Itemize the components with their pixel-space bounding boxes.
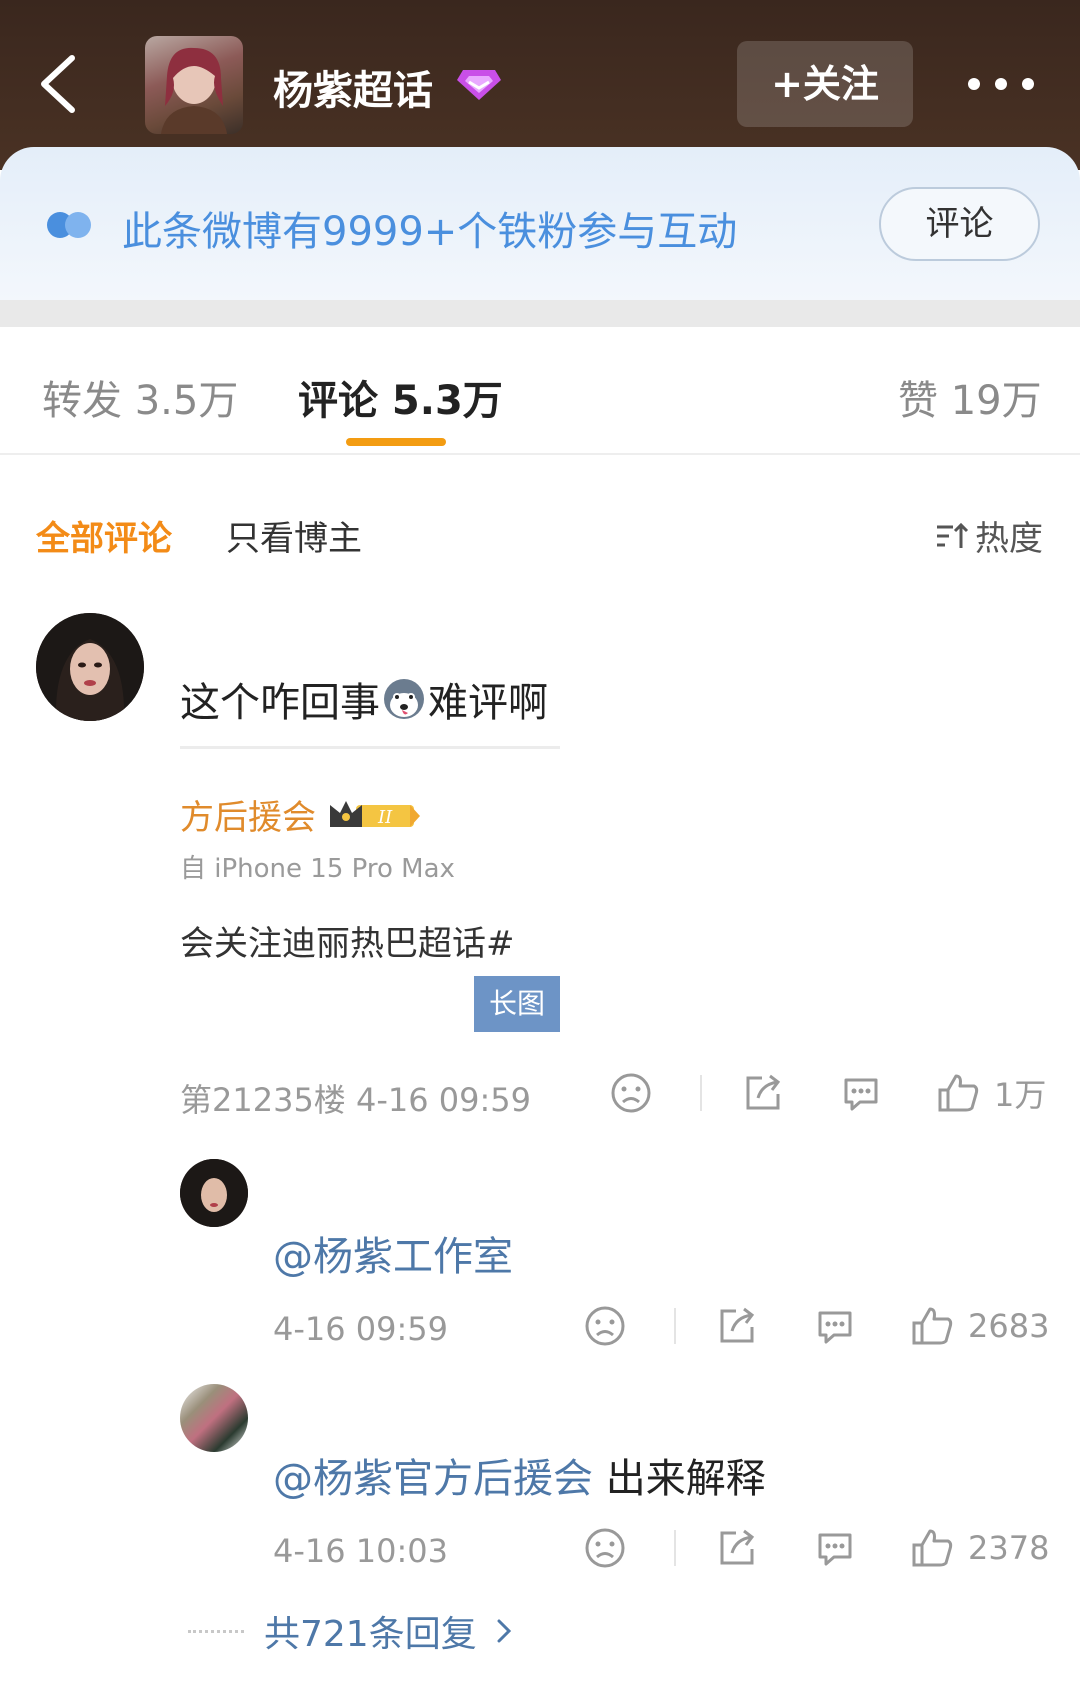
share-button[interactable] — [716, 1527, 758, 1569]
divider — [180, 746, 560, 749]
reply-text: 出来解释 — [593, 1456, 766, 1502]
sad-face-icon — [585, 1528, 625, 1568]
reply-actions: 2378 — [584, 1527, 1049, 1569]
dislike-button[interactable] — [584, 1527, 626, 1569]
thumbs-up-icon — [938, 1074, 979, 1112]
dislike-button[interactable] — [584, 1305, 626, 1347]
dotted-line — [188, 1629, 244, 1633]
comment-floor-time: 第21235楼 4-16 09:59 — [180, 1081, 531, 1119]
more-options-icon[interactable] — [968, 74, 1034, 94]
topic-title: 杨紫超话 — [273, 68, 433, 114]
like-count: 2683 — [968, 1307, 1050, 1345]
share-icon — [746, 1074, 781, 1110]
share-icon — [720, 1529, 755, 1565]
reply-time: 4-16 09:59 — [273, 1310, 449, 1348]
fan-badge-icon — [47, 212, 91, 238]
active-tab-indicator — [346, 438, 446, 446]
comment-icon — [818, 1311, 852, 1344]
sort-button[interactable]: 热度 — [935, 511, 1043, 560]
reply-button[interactable] — [814, 1527, 856, 1569]
reply-avatar[interactable] — [180, 1384, 248, 1452]
tab-repost[interactable]: 转发 3.5万 — [42, 368, 238, 426]
tab-like[interactable]: 赞 19万 — [898, 368, 1042, 426]
long-image-badge: 长图 — [474, 976, 560, 1032]
crown-badge-icon: II — [330, 800, 420, 828]
image-text-tag: 会关注迪丽热巴超话# — [180, 924, 515, 964]
reply-avatar[interactable] — [180, 1159, 248, 1227]
share-button[interactable] — [742, 1072, 784, 1114]
reply-time: 4-16 10:03 — [273, 1532, 449, 1570]
reply-actions: 2683 — [584, 1305, 1049, 1347]
filter-all-comments[interactable]: 全部评论 — [36, 511, 172, 560]
fan-banner: 此条微博有9999+个铁粉参与互动 评论 — [0, 147, 1080, 300]
husky-emoji-icon — [384, 679, 424, 719]
divider — [700, 1075, 702, 1111]
sad-face-icon — [611, 1073, 651, 1113]
divider — [674, 1308, 676, 1344]
fan-comment-button[interactable]: 评论 — [879, 187, 1040, 261]
divider — [674, 1530, 676, 1566]
diamond-badge-icon — [457, 70, 501, 100]
reply-content: @杨紫官方后援会 出来解释 — [273, 1446, 766, 1504]
filter-host-only[interactable]: 只看博主 — [226, 511, 362, 560]
share-button[interactable] — [716, 1305, 758, 1347]
comment-image[interactable]: 方后援会 II 自 iPhone 15 Pro Max 会关注迪丽热巴超话# 长… — [180, 790, 560, 1035]
comment-actions: 1万 — [610, 1070, 1046, 1116]
sort-label: 热度 — [975, 519, 1043, 559]
reply-button[interactable] — [840, 1072, 882, 1114]
sort-icon — [937, 522, 969, 548]
image-text-device: 自 iPhone 15 Pro Max — [180, 854, 455, 884]
like-count: 2378 — [968, 1529, 1050, 1567]
dislike-button[interactable] — [610, 1072, 652, 1114]
svg-text:II: II — [377, 807, 393, 828]
reply-button[interactable] — [814, 1305, 856, 1347]
top-bar: 杨紫超话 +关注 — [0, 0, 1080, 170]
follow-button[interactable]: +关注 — [737, 41, 913, 127]
sad-face-icon — [585, 1306, 625, 1346]
like-button[interactable]: 1万 — [936, 1070, 1046, 1116]
chevron-right-icon — [497, 1619, 511, 1643]
comment-icon — [818, 1533, 852, 1566]
more-replies-label: 共721条回复 — [264, 1614, 477, 1655]
like-button[interactable]: 2683 — [910, 1305, 1049, 1347]
thumbs-up-icon — [912, 1307, 953, 1345]
share-icon — [720, 1307, 755, 1343]
tab-comment[interactable]: 评论 5.3万 — [298, 368, 503, 426]
reply-mention[interactable]: @杨紫工作室 — [273, 1224, 513, 1282]
more-replies-link[interactable]: 共721条回复 — [188, 1605, 519, 1657]
section-divider — [0, 300, 1080, 327]
divider — [0, 453, 1080, 455]
thumbs-up-icon — [912, 1529, 953, 1567]
commenter-avatar[interactable] — [36, 613, 144, 721]
fan-banner-text: 此条微博有9999+个铁粉参与互动 — [122, 209, 738, 255]
back-arrow-icon[interactable] — [36, 52, 82, 116]
topic-avatar[interactable] — [145, 36, 243, 134]
comment-text: 这个咋回事 难评啊 — [180, 670, 548, 728]
image-text-name: 方后援会 II — [180, 790, 422, 839]
reply-mention[interactable]: @杨紫官方后援会 — [273, 1456, 593, 1502]
like-count: 1万 — [994, 1076, 1047, 1114]
like-button[interactable]: 2378 — [910, 1527, 1049, 1569]
comment-icon — [844, 1078, 878, 1111]
